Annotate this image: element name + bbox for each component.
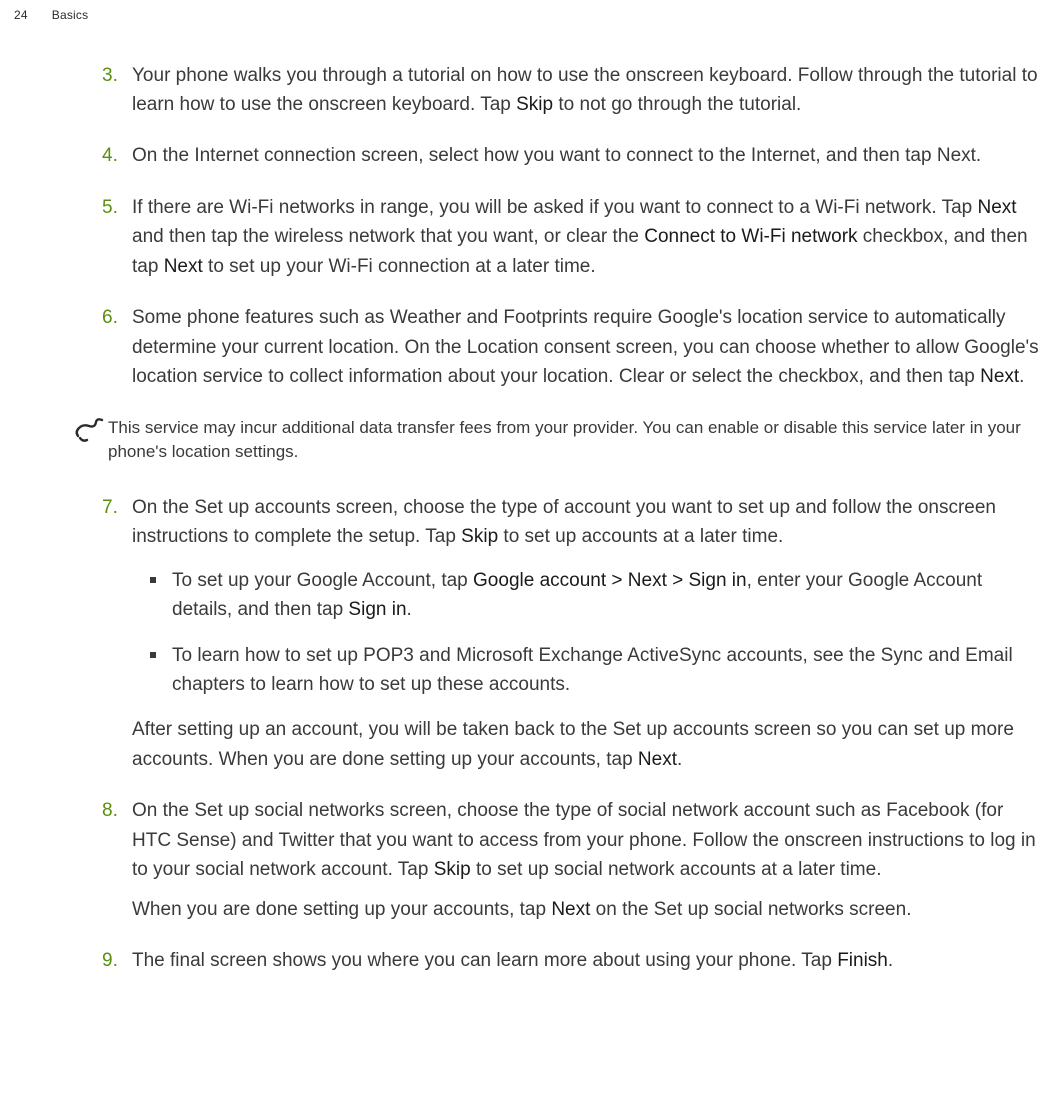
note-callout: This service may incur additional data t…	[72, 416, 1043, 465]
step-text: On the Set up social networks screen, ch…	[132, 800, 1036, 880]
step-text: On the Internet connection screen, selec…	[132, 145, 981, 166]
step-3: 3. Your phone walks you through a tutori…	[72, 61, 1043, 120]
step-text: Some phone features such as Weather and …	[132, 307, 1039, 387]
step-text: The final screen shows you where you can…	[132, 950, 893, 971]
sublist-item: To set up your Google Account, tap Googl…	[132, 566, 1043, 625]
step-7-sublist: To set up your Google Account, tap Googl…	[132, 566, 1043, 700]
instruction-steps: 3. Your phone walks you through a tutori…	[72, 61, 1043, 392]
step-number: 9.	[102, 946, 118, 975]
note-text: This service may incur additional data t…	[108, 416, 1035, 465]
sublist-item: To learn how to set up POP3 and Microsof…	[132, 641, 1043, 700]
note-icon	[72, 414, 106, 448]
page-content: 3. Your phone walks you through a tutori…	[0, 31, 1053, 986]
page-number: 24	[14, 6, 28, 25]
step-4: 4. On the Internet connection screen, se…	[72, 141, 1043, 170]
section-title: Basics	[52, 6, 89, 25]
page-header: 24 Basics	[0, 0, 1053, 31]
step-text: If there are Wi-Fi networks in range, yo…	[132, 197, 1028, 277]
step-text: On the Set up accounts screen, choose th…	[132, 497, 996, 547]
step-9: 9. The final screen shows you where you …	[72, 946, 1043, 975]
step-text: Your phone walks you through a tutorial …	[132, 65, 1038, 115]
step-8-followon: When you are done setting up your accoun…	[132, 895, 1043, 924]
step-7-followon: After setting up an account, you will be…	[132, 715, 1043, 774]
step-number: 5.	[102, 193, 118, 222]
step-number: 7.	[102, 493, 118, 522]
step-number: 6.	[102, 303, 118, 332]
step-8: 8. On the Set up social networks screen,…	[72, 796, 1043, 924]
step-5: 5. If there are Wi-Fi networks in range,…	[72, 193, 1043, 281]
step-number: 8.	[102, 796, 118, 825]
step-number: 3.	[102, 61, 118, 90]
step-number: 4.	[102, 141, 118, 170]
step-6: 6. Some phone features such as Weather a…	[72, 303, 1043, 391]
step-7: 7. On the Set up accounts screen, choose…	[72, 493, 1043, 775]
instruction-steps-continued: 7. On the Set up accounts screen, choose…	[72, 493, 1043, 976]
